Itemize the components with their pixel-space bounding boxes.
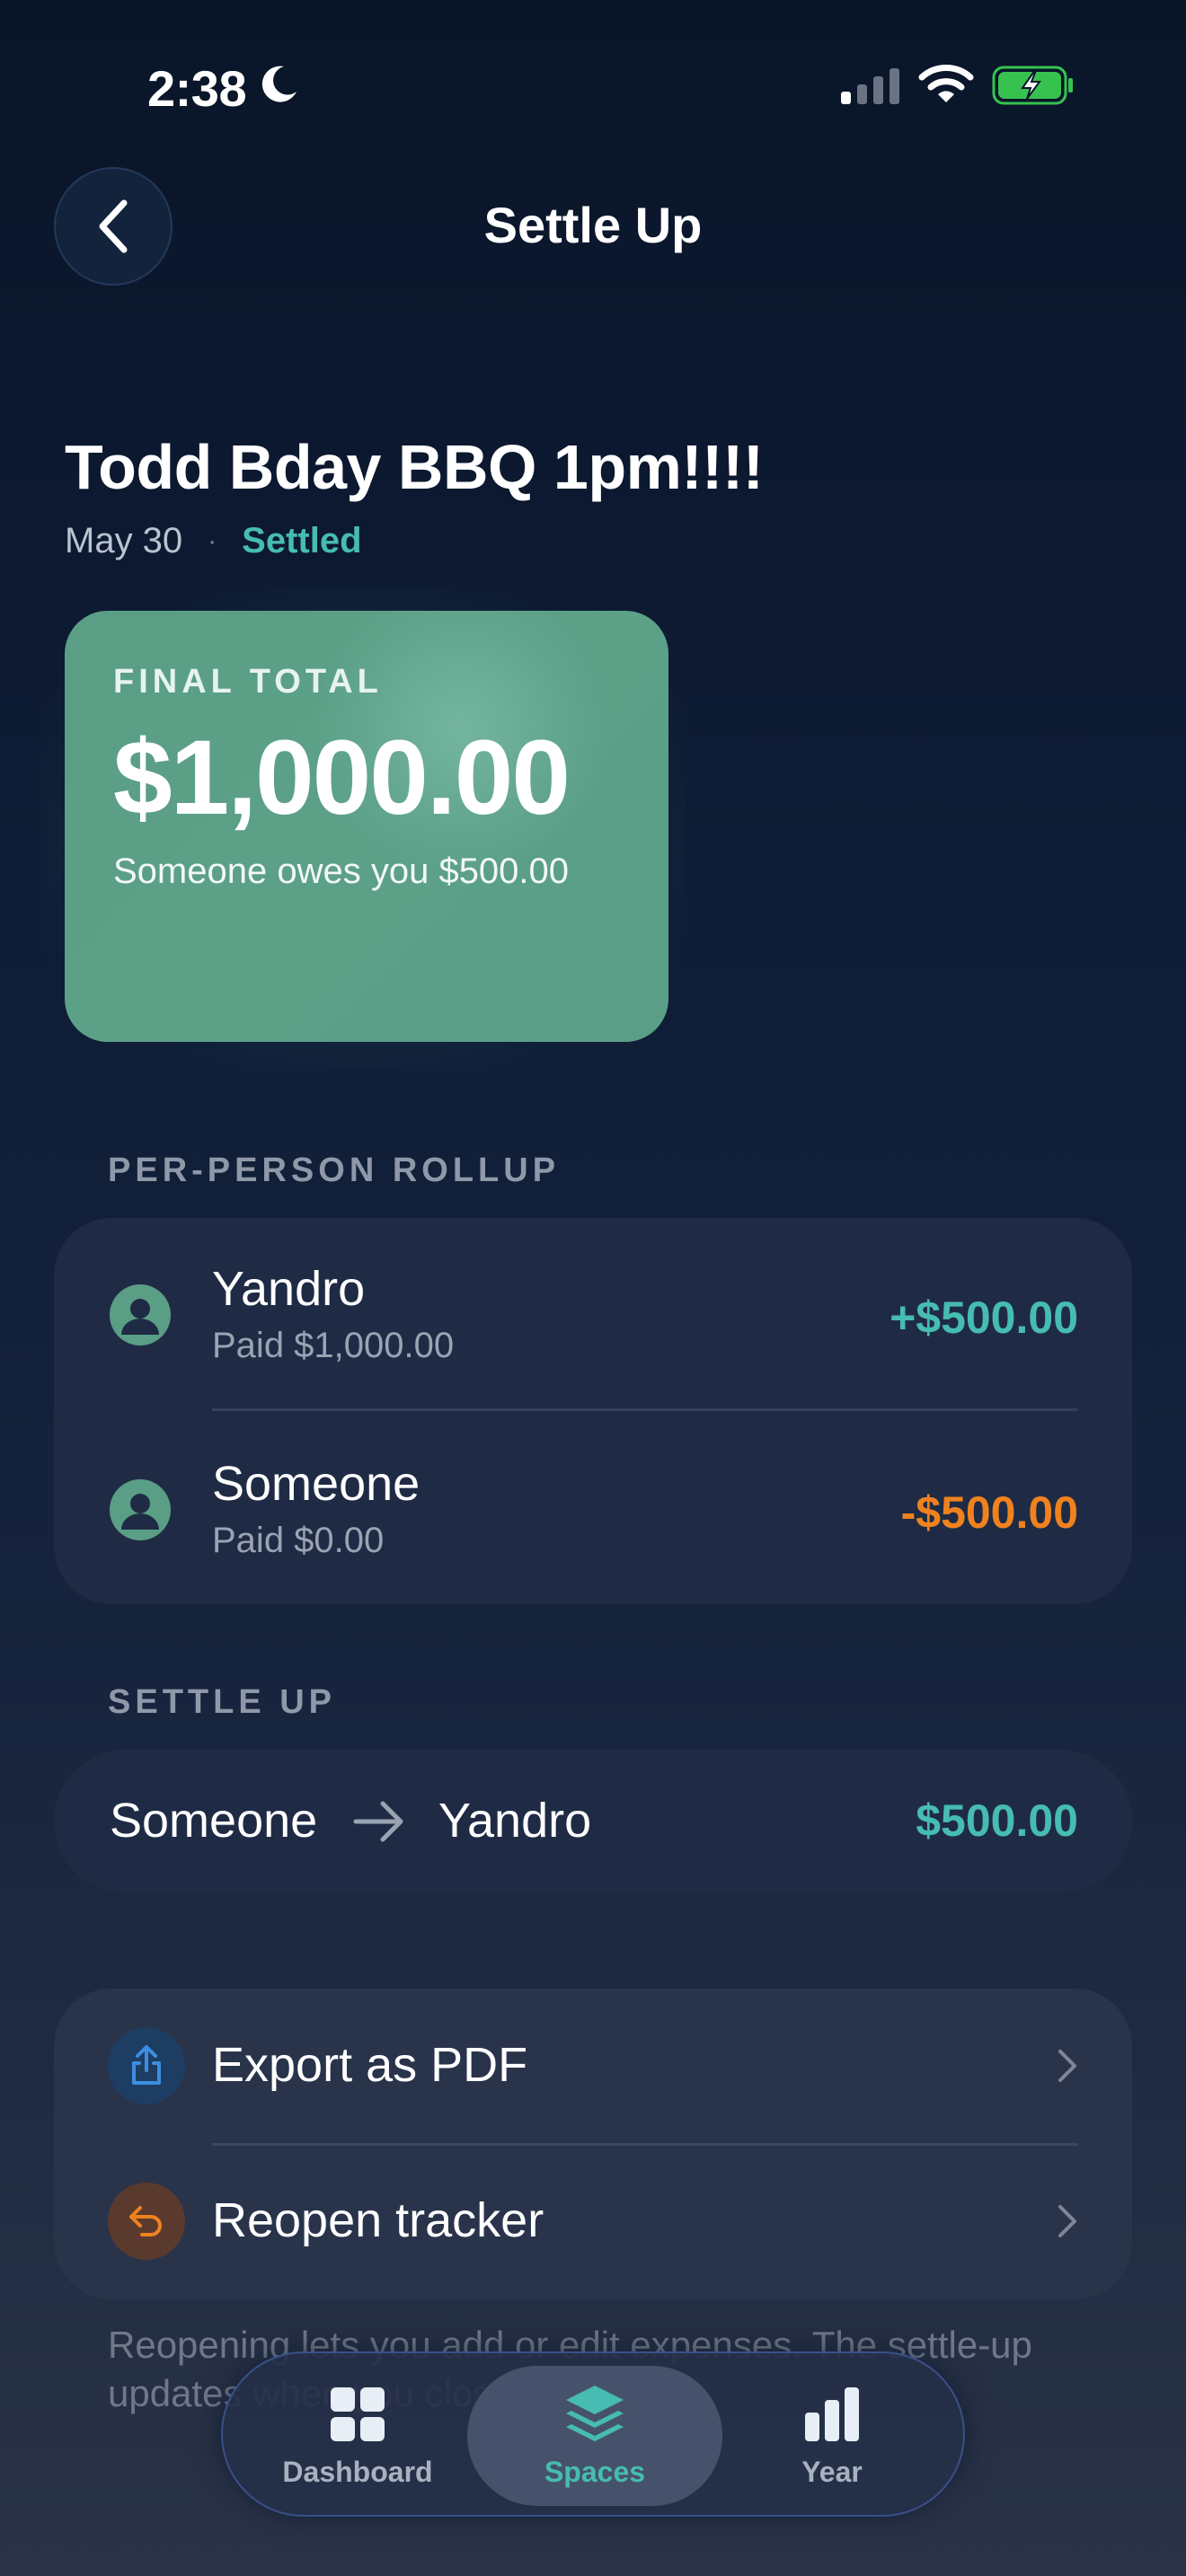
- tab-year[interactable]: Year: [715, 2353, 949, 2519]
- person-paid: Paid $1,000.00: [212, 1326, 455, 1365]
- meta-separator: ·: [208, 525, 217, 556]
- rollup-section-label: PER-PERSON ROLLUP: [108, 1151, 561, 1189]
- tracker-title: Todd Bday BBQ 1pm!!!!: [65, 432, 764, 502]
- tab-label: Dashboard: [282, 2456, 433, 2488]
- signal-icon: [841, 68, 899, 104]
- person-row-someone[interactable]: Someone Paid $0.00 -$500.00: [54, 1411, 1132, 1604]
- person-paid: Paid $0.00: [212, 1521, 385, 1560]
- export-pdf-button[interactable]: Export as PDF: [54, 1989, 1132, 2144]
- final-total-amount: $1,000.00: [113, 719, 571, 837]
- tab-spaces[interactable]: Spaces: [478, 2353, 712, 2519]
- final-total-subtitle: Someone owes you $500.00: [113, 851, 570, 891]
- person-row-yandro[interactable]: Yandro Paid $1,000.00 +$500.00: [54, 1218, 1132, 1411]
- final-total-card: FINAL TOTAL $1,000.00 Someone owes you $…: [65, 611, 668, 1042]
- rollup-card: Yandro Paid $1,000.00 +$500.00 Someone P…: [54, 1218, 1132, 1604]
- undo-arrow-icon: [108, 2183, 185, 2260]
- settle-section-label: SETTLE UP: [108, 1683, 337, 1721]
- tab-label: Spaces: [544, 2456, 646, 2488]
- status-badge: Settled: [242, 521, 362, 560]
- person-balance: +$500.00: [890, 1292, 1078, 1343]
- tracker-date: May 30: [65, 521, 183, 560]
- moon-icon: [261, 66, 296, 102]
- tracker-meta: May 30 · Settled: [65, 521, 362, 561]
- tab-label: Year: [801, 2456, 863, 2488]
- person-avatar-icon: [110, 1284, 171, 1345]
- bar-chart-icon: [805, 2387, 859, 2441]
- chevron-right-icon: [1058, 2050, 1076, 2082]
- person-name: Yandro: [212, 1262, 366, 1316]
- person-avatar-icon: [110, 1479, 171, 1540]
- settle-to: Yandro: [438, 1794, 592, 1848]
- battery-charging-icon: [992, 66, 1073, 105]
- settle-amount: $500.00: [916, 1795, 1078, 1846]
- wifi-icon: [918, 65, 974, 102]
- reopen-tracker-button[interactable]: Reopen tracker: [54, 2144, 1132, 2299]
- chevron-right-icon: [1058, 2205, 1076, 2237]
- final-total-label: FINAL TOTAL: [113, 663, 383, 701]
- status-time: 2:38: [147, 60, 247, 117]
- layers-icon: [566, 2386, 624, 2441]
- person-balance: -$500.00: [900, 1487, 1078, 1538]
- arrow-right-icon: [353, 1801, 403, 1842]
- settlement-row[interactable]: Someone Yandro $500.00: [54, 1750, 1132, 1893]
- settle-from: Someone: [110, 1794, 318, 1848]
- person-name: Someone: [212, 1457, 420, 1511]
- page-title: Settle Up: [483, 197, 703, 253]
- tab-dashboard[interactable]: Dashboard: [241, 2353, 474, 2519]
- action-label: Export as PDF: [212, 2038, 528, 2092]
- grid-icon: [331, 2387, 385, 2441]
- action-label: Reopen tracker: [212, 2193, 544, 2247]
- tab-bar: Dashboard Spaces Year: [221, 2351, 965, 2517]
- actions-card: Export as PDF Reopen tracker: [54, 1989, 1132, 2299]
- share-icon: [108, 2027, 185, 2104]
